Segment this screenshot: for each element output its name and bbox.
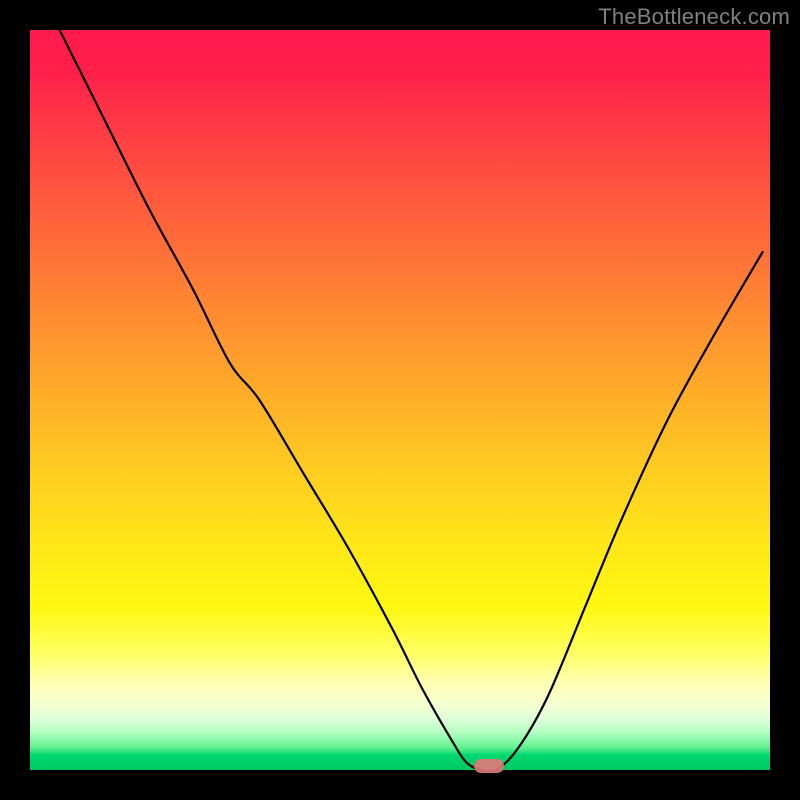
watermark-text: TheBottleneck.com bbox=[598, 4, 790, 30]
optimal-point-marker bbox=[474, 759, 504, 773]
bottleneck-curve-path bbox=[30, 30, 770, 770]
chart-area bbox=[30, 30, 770, 770]
